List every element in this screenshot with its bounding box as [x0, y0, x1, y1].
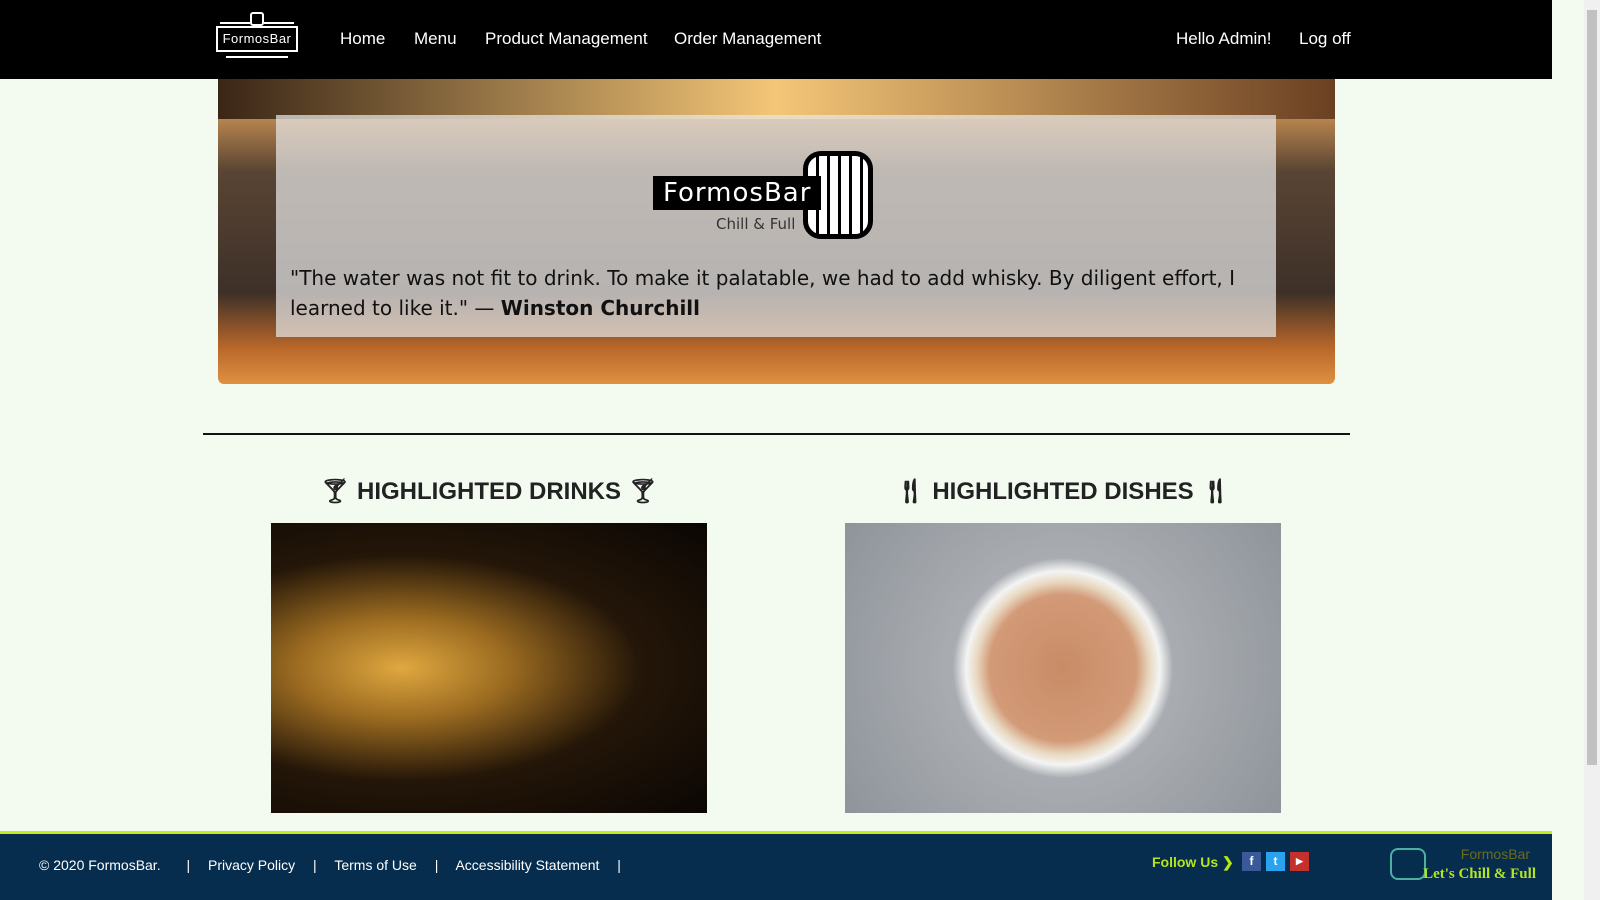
- brand-logo[interactable]: FormosBar: [216, 12, 298, 58]
- logo-line: [220, 22, 250, 24]
- drinks-heading: 🍸︎ HIGHLIGHTED DRINKS 🍸︎: [271, 477, 707, 506]
- follow-label: Follow Us: [1152, 854, 1219, 870]
- barrel-icon: [1390, 848, 1426, 880]
- bar-light: [218, 79, 1335, 119]
- drinks-title: HIGHLIGHTED DRINKS: [357, 478, 621, 505]
- footer-slogan: Let's Chill & Full: [1423, 866, 1536, 882]
- dishes-heading: 🍴︎ HIGHLIGHTED DISHES 🍴︎: [845, 477, 1281, 506]
- cocktail-icon: 🍸︎: [319, 478, 357, 505]
- hero-banner: FormosBar Chill & Full "The water was no…: [218, 79, 1335, 384]
- separator: |: [313, 857, 317, 873]
- logo-text: FormosBar: [216, 26, 298, 52]
- nav-order-management[interactable]: Order Management: [674, 29, 821, 49]
- accessibility-link[interactable]: Accessibility Statement: [455, 857, 599, 873]
- hero-logo: FormosBar Chill & Full: [653, 151, 898, 239]
- greeting-link[interactable]: Hello Admin!: [1176, 29, 1271, 49]
- nav-menu[interactable]: Menu: [414, 29, 457, 49]
- dishes-title: HIGHLIGHTED DISHES: [932, 478, 1194, 505]
- facebook-icon[interactable]: f: [1242, 852, 1261, 871]
- twitter-icon[interactable]: t: [1266, 852, 1285, 871]
- separator: |: [186, 857, 191, 873]
- scrollbar[interactable]: [1584, 0, 1600, 900]
- logo-line: [264, 22, 294, 24]
- barrel-icon: [250, 12, 264, 26]
- separator: |: [617, 857, 621, 873]
- scrollbar-thumb[interactable]: [1587, 10, 1597, 765]
- footer-logo: FormosBar Let's Chill & Full: [1390, 846, 1540, 891]
- youtube-icon[interactable]: ▶: [1290, 852, 1309, 871]
- footer-brand: FormosBar: [1460, 846, 1530, 862]
- utensils-icon: 🍴︎: [1193, 478, 1231, 505]
- chevron-right-icon: ❯: [1222, 854, 1234, 870]
- cocktail-icon: 🍸︎: [621, 478, 659, 505]
- privacy-link[interactable]: Privacy Policy: [208, 857, 295, 873]
- nav-product-management[interactable]: Product Management: [485, 29, 648, 49]
- logo-line: [226, 56, 288, 58]
- terms-link[interactable]: Terms of Use: [334, 857, 416, 873]
- dishes-image[interactable]: [845, 523, 1281, 813]
- drinks-image[interactable]: [271, 523, 707, 813]
- separator: |: [434, 857, 439, 873]
- utensils-icon: 🍴︎: [895, 478, 933, 505]
- divider: [203, 433, 1350, 435]
- quote-body: "The water was not fit to drink. To make…: [290, 266, 1236, 320]
- quote-author: Winston Churchill: [500, 296, 701, 320]
- copyright: © 2020 FormosBar.: [39, 857, 161, 873]
- hero-brand: FormosBar: [653, 176, 822, 210]
- logoff-link[interactable]: Log off: [1299, 29, 1351, 49]
- follow-us: Follow Us ❯: [1152, 854, 1234, 871]
- navbar: FormosBar Home Menu Product Management O…: [0, 0, 1552, 79]
- quote-box: FormosBar Chill & Full "The water was no…: [276, 115, 1276, 337]
- nav-home[interactable]: Home: [340, 29, 385, 49]
- hero-tagline: Chill & Full: [716, 215, 796, 233]
- quote-text: "The water was not fit to drink. To make…: [290, 263, 1250, 323]
- footer: © 2020 FormosBar. | Privacy Policy | Ter…: [0, 831, 1552, 900]
